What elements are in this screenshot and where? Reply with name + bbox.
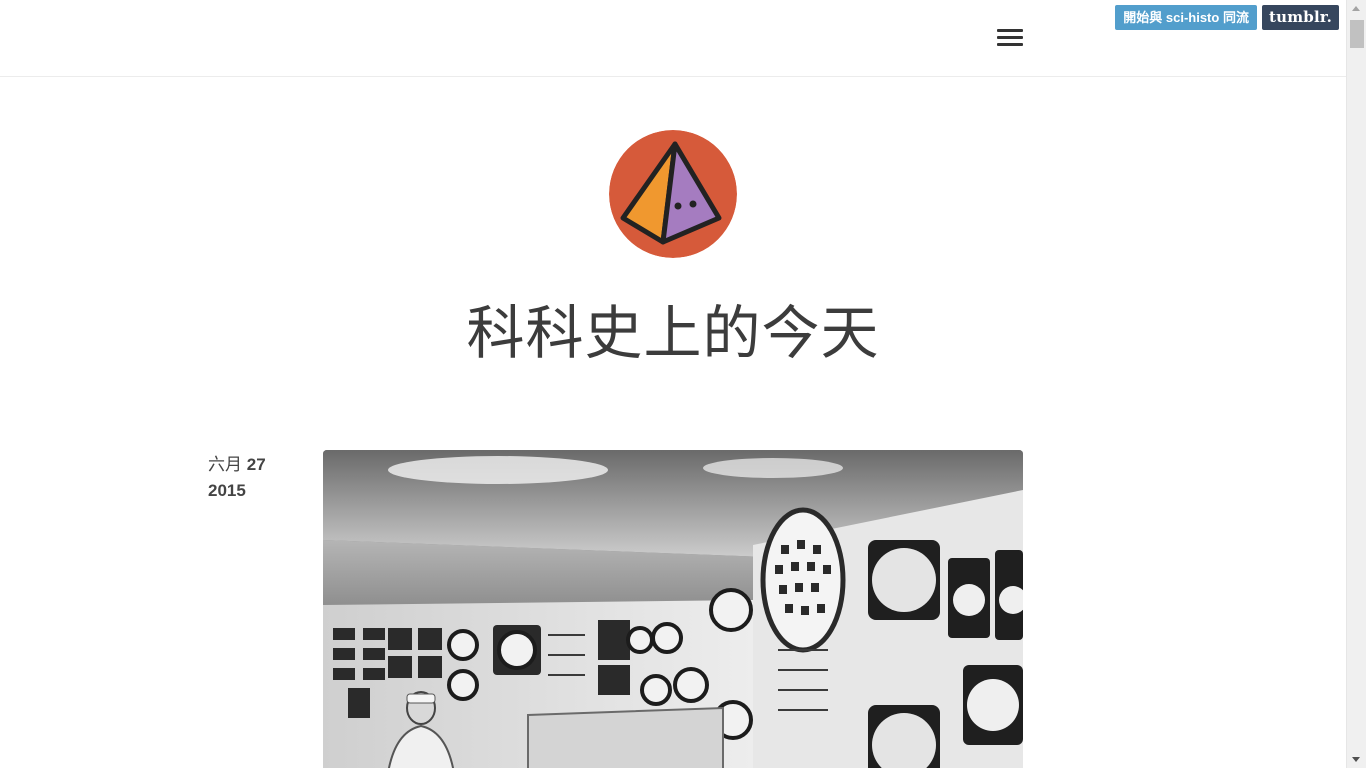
page: 開始與 sci-histo 同流 tumblr. 科科史上的今天 六月 27 2… — [0, 0, 1366, 768]
tumblr-controls: 開始與 sci-histo 同流 tumblr. — [1115, 5, 1339, 30]
control-room-photo[interactable] — [323, 450, 1023, 768]
hamburger-menu-icon[interactable] — [997, 28, 1023, 48]
post-date-month: 六月 — [208, 455, 242, 474]
pyramid-eye-left — [674, 202, 682, 210]
pyramid-eye-right — [689, 200, 697, 208]
menu-line — [997, 43, 1023, 46]
scroll-thumb[interactable] — [1350, 20, 1364, 48]
scroll-down-arrow-icon[interactable] — [1352, 757, 1360, 762]
post-date-year: 2015 — [208, 481, 246, 500]
scroll-up-arrow-icon[interactable] — [1352, 6, 1360, 11]
pyramid-avatar-icon[interactable] — [609, 130, 737, 258]
post-date[interactable]: 六月 27 2015 — [208, 452, 298, 504]
blog-title[interactable]: 科科史上的今天 — [0, 296, 1346, 370]
ceiling-light — [388, 456, 608, 484]
menu-line — [997, 29, 1023, 32]
post-date-day: 27 — [246, 455, 266, 474]
vertical-scrollbar[interactable] — [1346, 0, 1366, 768]
control-desk — [527, 706, 724, 768]
photo-illustration — [323, 450, 1023, 768]
join-blog-button[interactable]: 開始與 sci-histo 同流 — [1115, 5, 1257, 30]
ceiling-light — [703, 458, 843, 478]
avatar-graphic — [609, 130, 737, 258]
tumblr-logo-button[interactable]: tumblr. — [1261, 5, 1339, 30]
round-display-cluster — [760, 507, 846, 653]
menu-line — [997, 36, 1023, 39]
